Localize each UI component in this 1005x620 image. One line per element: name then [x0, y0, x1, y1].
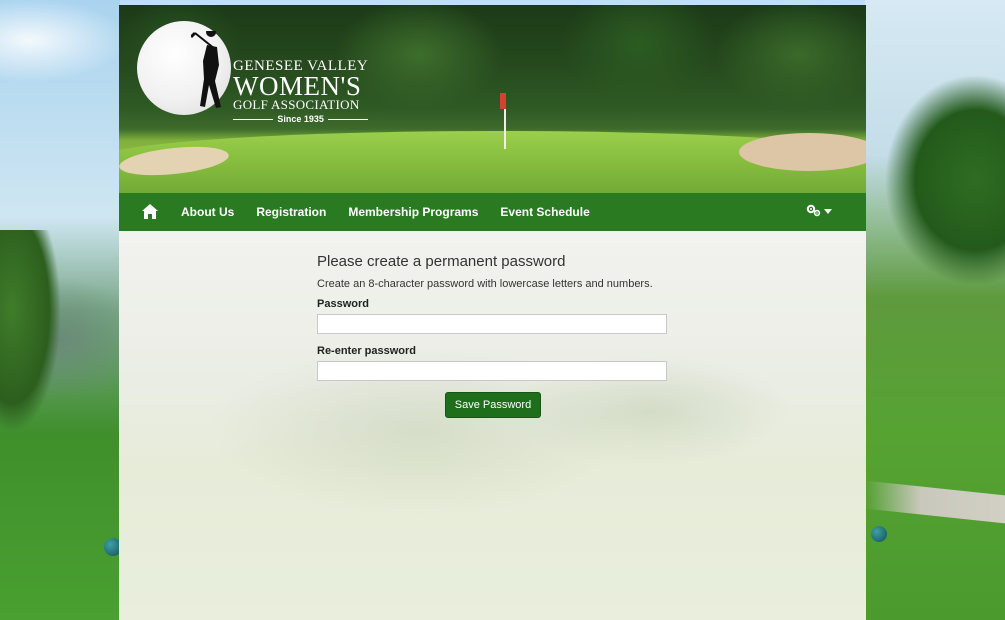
- background-left-scenery: [0, 0, 122, 620]
- background-tree: [0, 230, 60, 430]
- site-logo[interactable]: GENESEE VALLEY WOMEN'S GOLF ASSOCIATION …: [137, 21, 377, 124]
- nav-item-membership-programs[interactable]: Membership Programs: [348, 205, 478, 219]
- save-password-button[interactable]: Save Password: [444, 392, 542, 418]
- logo-rule: [233, 118, 274, 120]
- flag-icon: [500, 93, 506, 109]
- caret-down-icon: [824, 209, 832, 214]
- logo-since-line: Since 1935: [233, 114, 369, 124]
- logo-line-womens: WOMEN'S: [233, 71, 362, 101]
- settings-menu-button[interactable]: [806, 204, 832, 218]
- background-right-scenery: [865, 0, 1005, 620]
- home-icon[interactable]: [141, 203, 159, 221]
- logo-since-text: Since 1935: [277, 114, 324, 124]
- form-title: Please create a permanent password: [317, 253, 566, 270]
- nav-item-about-us[interactable]: About Us: [181, 205, 234, 219]
- background-golf-ball: [871, 526, 887, 542]
- reenter-password-input[interactable]: [317, 361, 667, 381]
- form-description: Create an 8-character password with lowe…: [317, 278, 653, 290]
- gears-icon: [806, 204, 821, 217]
- header-banner: GENESEE VALLEY WOMEN'S GOLF ASSOCIATION …: [119, 5, 866, 193]
- reenter-password-label: Re-enter password: [317, 345, 417, 357]
- form-actions: Save Password: [317, 392, 669, 418]
- logo-line-golf-association: GOLF ASSOCIATION: [233, 97, 360, 112]
- header-bunker: [739, 133, 866, 171]
- password-label: Password: [317, 298, 369, 310]
- main-content: Please create a permanent password Creat…: [119, 231, 866, 620]
- nav-item-event-schedule[interactable]: Event Schedule: [500, 205, 589, 219]
- logo-rule: [327, 118, 369, 120]
- golfer-silhouette-icon: [191, 31, 221, 108]
- page-container: GENESEE VALLEY WOMEN'S GOLF ASSOCIATION …: [119, 5, 866, 620]
- password-input[interactable]: [317, 314, 667, 334]
- create-password-form: Please create a permanent password Creat…: [317, 253, 669, 418]
- background-cart-path: [865, 480, 1005, 524]
- logo-text: GENESEE VALLEY WOMEN'S GOLF ASSOCIATION …: [233, 59, 369, 124]
- nav-item-registration[interactable]: Registration: [256, 205, 326, 219]
- main-nav: About Us Registration Membership Program…: [119, 193, 866, 231]
